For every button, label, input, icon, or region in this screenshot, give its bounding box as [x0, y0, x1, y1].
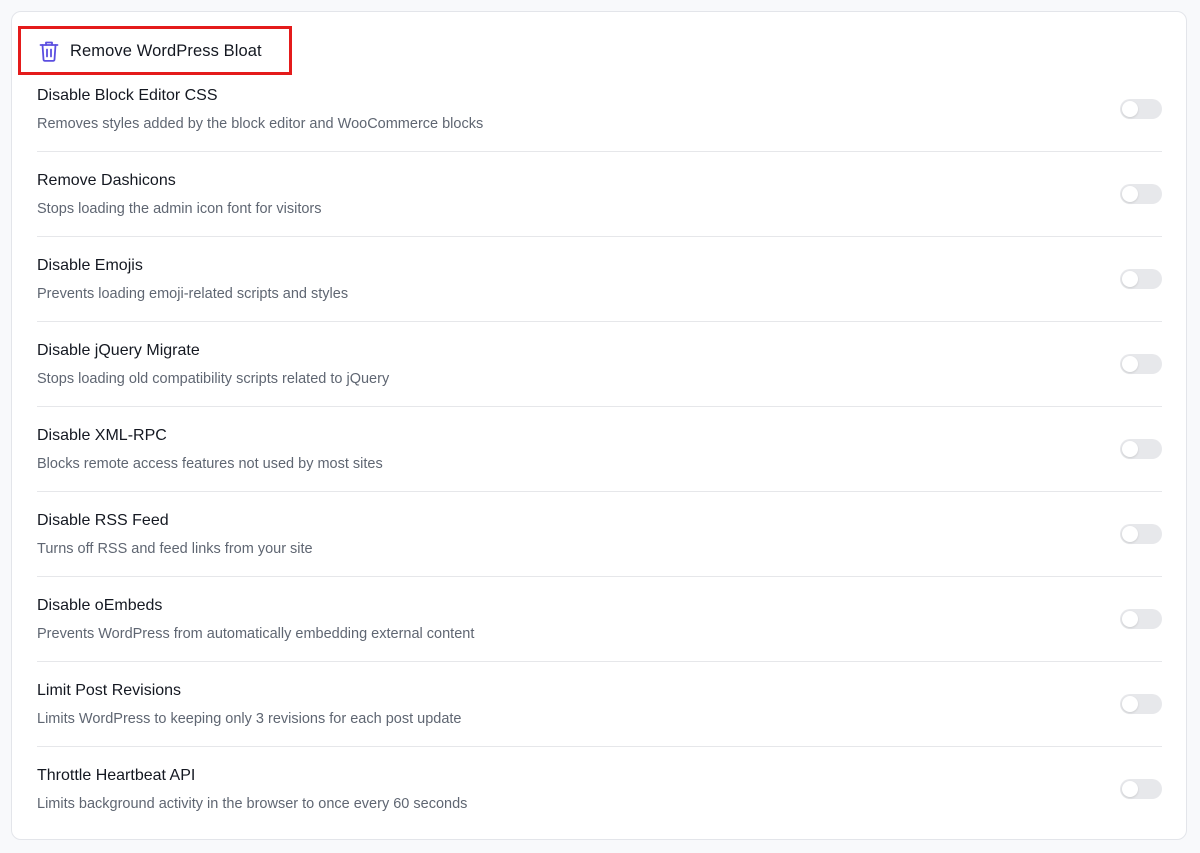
- setting-row: Disable RSS Feed Turns off RSS and feed …: [37, 492, 1162, 577]
- setting-row: Disable oEmbeds Prevents WordPress from …: [37, 577, 1162, 662]
- toggle-switch[interactable]: [1120, 269, 1162, 289]
- toggle-knob: [1122, 611, 1138, 627]
- setting-label: Remove Dashicons: [37, 172, 176, 189]
- setting-description: Limits WordPress to keeping only 3 revis…: [37, 711, 462, 727]
- setting-label: Disable jQuery Migrate: [37, 342, 200, 359]
- toggle-switch[interactable]: [1120, 99, 1162, 119]
- toggle-switch[interactable]: [1120, 524, 1162, 544]
- toggle-switch[interactable]: [1120, 184, 1162, 204]
- toggle-switch[interactable]: [1120, 354, 1162, 374]
- setting-label: Disable XML-RPC: [37, 427, 167, 444]
- toggle-knob: [1122, 781, 1138, 797]
- setting-description: Removes styles added by the block editor…: [37, 116, 484, 132]
- setting-row: Remove Dashicons Stops loading the admin…: [37, 152, 1162, 237]
- toggle-knob: [1122, 186, 1138, 202]
- setting-row: Disable Block Editor CSS Removes styles …: [37, 67, 1162, 152]
- toggle-knob: [1122, 526, 1138, 542]
- setting-label: Disable oEmbeds: [37, 597, 163, 614]
- setting-row: Limit Post Revisions Limits WordPress to…: [37, 662, 1162, 747]
- setting-description: Stops loading old compatibility scripts …: [37, 371, 390, 387]
- toggle-switch[interactable]: [1120, 609, 1162, 629]
- settings-list: Disable Block Editor CSS Removes styles …: [37, 67, 1162, 832]
- setting-row: Throttle Heartbeat API Limits background…: [37, 747, 1162, 832]
- toggle-knob: [1122, 696, 1138, 712]
- setting-description: Stops loading the admin icon font for vi…: [37, 201, 322, 217]
- setting-row: Disable jQuery Migrate Stops loading old…: [37, 322, 1162, 407]
- toggle-switch[interactable]: [1120, 779, 1162, 799]
- setting-description: Limits background activity in the browse…: [37, 796, 468, 812]
- toggle-knob: [1122, 101, 1138, 117]
- section-header: Remove WordPress Bloat: [38, 38, 262, 64]
- setting-row: Disable Emojis Prevents loading emoji-re…: [37, 237, 1162, 322]
- toggle-knob: [1122, 271, 1138, 287]
- setting-row: Disable XML-RPC Blocks remote access fea…: [37, 407, 1162, 492]
- setting-label: Disable Block Editor CSS: [37, 87, 218, 104]
- trash-icon: [38, 39, 60, 63]
- setting-label: Disable RSS Feed: [37, 512, 169, 529]
- setting-label: Throttle Heartbeat API: [37, 767, 196, 784]
- toggle-knob: [1122, 441, 1138, 457]
- setting-description: Turns off RSS and feed links from your s…: [37, 541, 313, 557]
- toggle-knob: [1122, 356, 1138, 372]
- toggle-switch[interactable]: [1120, 439, 1162, 459]
- setting-description: Prevents loading emoji-related scripts a…: [37, 286, 349, 302]
- setting-description: Prevents WordPress from automatically em…: [37, 626, 475, 642]
- setting-label: Disable Emojis: [37, 257, 143, 274]
- section-title: Remove WordPress Bloat: [70, 41, 262, 60]
- setting-label: Limit Post Revisions: [37, 682, 182, 699]
- toggle-switch[interactable]: [1120, 694, 1162, 714]
- setting-description: Blocks remote access features not used b…: [37, 456, 383, 472]
